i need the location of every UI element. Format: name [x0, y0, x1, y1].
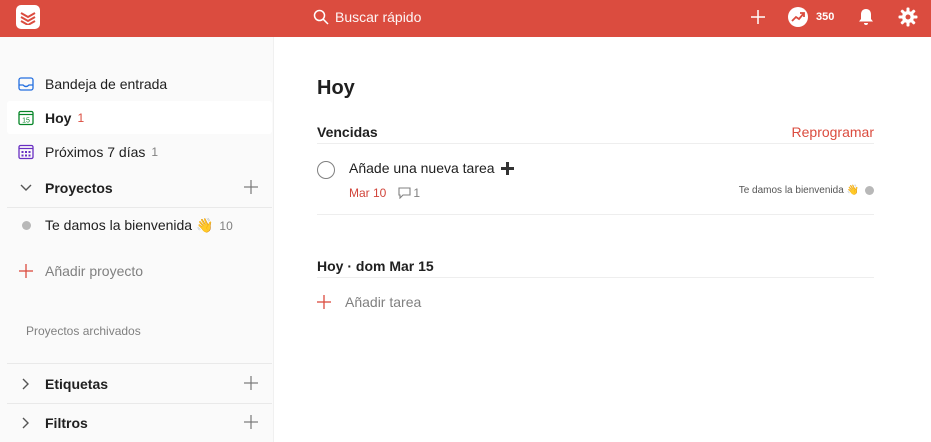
sidebar-section-label: Proyectos	[45, 179, 113, 196]
task-checkbox[interactable]	[317, 161, 335, 179]
sidebar-item-label: Hoy	[45, 109, 72, 126]
add-task-label: Añadir tarea	[345, 294, 422, 310]
sidebar-item-next-7-days[interactable]: Próximos 7 días 1	[7, 135, 272, 168]
sidebar-item-label: Próximos 7 días	[45, 143, 146, 160]
sidebar-item-inbox[interactable]: Bandeja de entrada	[7, 67, 272, 100]
quick-search[interactable]	[305, 5, 625, 29]
task-project-tag[interactable]: Te damos la bienvenida 👋	[739, 185, 874, 196]
page-title: Hoy	[317, 77, 355, 99]
divider	[7, 363, 272, 364]
add-filter-plus-icon[interactable]	[244, 415, 258, 432]
chevron-down-icon	[17, 179, 35, 197]
chevron-right-icon	[17, 375, 35, 393]
reschedule-button[interactable]: Reprogramar	[792, 124, 874, 140]
plus-icon	[17, 262, 35, 280]
notifications-button[interactable]	[857, 4, 875, 30]
task-item[interactable]: Añade una nueva tarea Mar 10 1 Te damos …	[317, 149, 874, 215]
divider	[7, 403, 272, 404]
section-title: Hoy · dom Mar 15	[317, 257, 434, 274]
task-project-label: Te damos la bienvenida 👋	[738, 185, 859, 196]
add-project-label: Añadir proyecto	[45, 262, 144, 279]
sidebar-item-label: Bandeja de entrada	[45, 75, 168, 92]
sidebar-item-today[interactable]: 15 Hoy 1	[7, 101, 272, 134]
task-comments[interactable]: 1	[398, 186, 420, 200]
comment-count: 1	[413, 186, 421, 200]
project-dot-icon	[17, 217, 35, 235]
calendar-week-icon	[17, 143, 35, 161]
karma-count: 350	[816, 11, 835, 23]
karma-button[interactable]: 350	[788, 4, 834, 30]
top-bar: 350	[0, 0, 931, 37]
plus-bold-icon	[500, 161, 514, 175]
plus-icon	[751, 10, 765, 24]
gear-icon	[898, 7, 918, 27]
karma-trend-icon	[788, 7, 808, 27]
archived-projects-link[interactable]: Proyectos archivados	[26, 324, 141, 338]
sidebar-section-filters[interactable]: Filtros	[7, 406, 272, 439]
comment-icon	[398, 187, 411, 199]
plus-icon	[317, 295, 331, 309]
inbox-icon	[17, 75, 35, 93]
today-count: 1	[77, 110, 85, 125]
today-section-header: Hoy · dom Mar 15	[317, 254, 874, 278]
search-icon	[313, 9, 329, 25]
bell-icon	[859, 9, 873, 25]
add-project-plus-icon[interactable]	[244, 180, 258, 197]
svg-text:15: 15	[22, 117, 30, 124]
sidebar-section-label: Etiquetas	[45, 375, 109, 392]
settings-button[interactable]	[898, 4, 918, 30]
main-content: Hoy Vencidas Reprogramar Añade una nueva…	[275, 37, 931, 442]
divider	[7, 207, 272, 208]
search-input[interactable]	[335, 9, 595, 25]
task-due-date[interactable]: Mar 10	[349, 186, 386, 200]
sidebar-section-projects[interactable]: Proyectos	[7, 171, 272, 204]
add-task-button[interactable]: Añadir tarea	[317, 290, 421, 314]
project-label: Te damos la bienvenida 👋	[45, 217, 214, 233]
chevron-right-icon	[17, 414, 35, 432]
task-content[interactable]: Añade una nueva tarea	[349, 160, 514, 176]
add-label-plus-icon[interactable]	[244, 376, 258, 393]
task-text: Añade una nueva tarea	[349, 160, 495, 176]
sidebar-section-labels[interactable]: Etiquetas	[7, 367, 272, 400]
sidebar-section-label: Filtros	[45, 414, 88, 431]
sidebar-project-welcome[interactable]: Te damos la bienvenida 👋 10	[7, 209, 272, 242]
calendar-today-icon: 15	[17, 109, 35, 127]
section-title: Vencidas	[317, 123, 378, 140]
overdue-section-header: Vencidas Reprogramar	[317, 120, 874, 144]
sidebar: Bandeja de entrada 15 Hoy 1 Próximos 7 d…	[0, 37, 274, 442]
project-dot-icon	[865, 186, 874, 195]
todoist-logo-icon[interactable]	[16, 5, 40, 29]
task-meta: Mar 10 1	[349, 186, 420, 200]
next7-count: 1	[151, 144, 159, 159]
add-project-button[interactable]: Añadir proyecto	[7, 254, 272, 287]
add-task-button[interactable]	[750, 4, 766, 30]
project-count: 10	[219, 218, 233, 233]
